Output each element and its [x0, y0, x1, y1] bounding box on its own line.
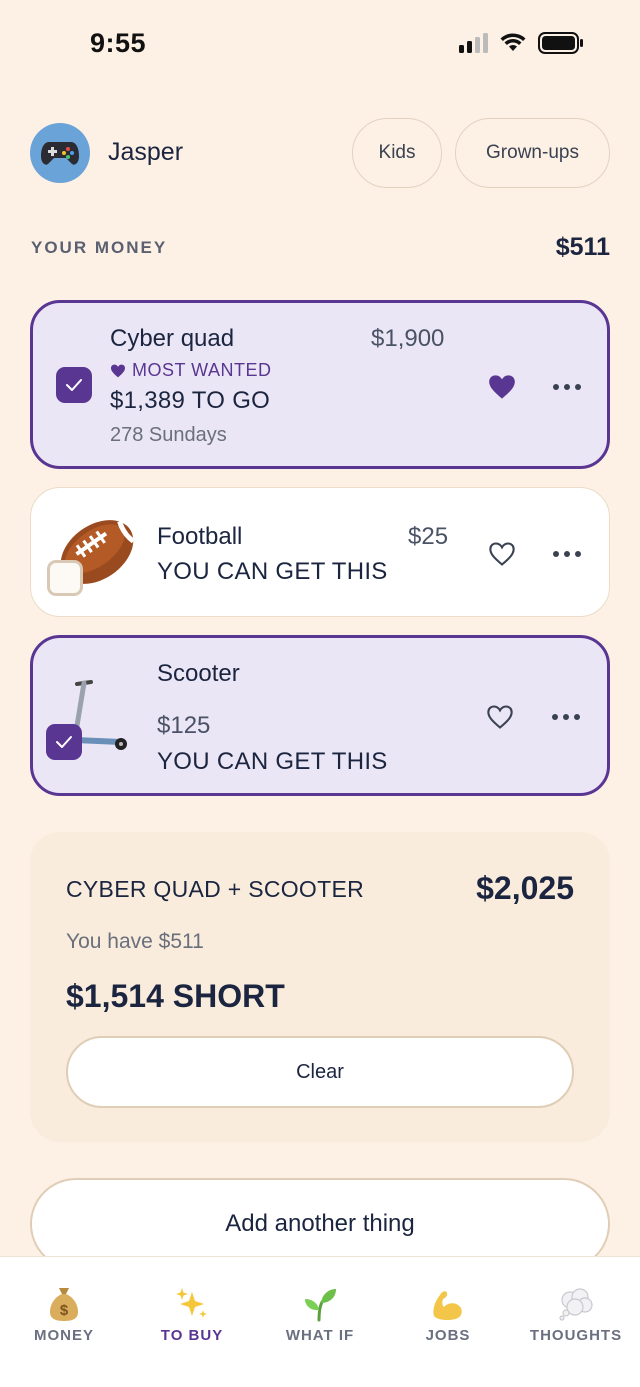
most-wanted-tag: MOST WANTED — [110, 360, 272, 381]
item-status: YOU CAN GET THIS — [157, 558, 388, 585]
battery-icon — [538, 32, 583, 54]
favorite-button[interactable] — [482, 534, 522, 574]
item-price: $125 — [157, 712, 211, 739]
item-checkbox[interactable] — [46, 724, 82, 760]
item-status: YOU CAN GET THIS — [157, 748, 388, 775]
status-time: 9:55 — [90, 28, 147, 58]
item-price: $25 — [408, 523, 449, 550]
tab-to-buy[interactable]: TO BUY — [128, 1257, 256, 1387]
wishlist-item-cyber-quad[interactable]: Cyber quad $1,900 MOST WANTED $1,389 TO … — [30, 300, 610, 469]
status-bar: 9:55 — [0, 0, 640, 90]
money-value: $511 — [555, 233, 610, 261]
tab-label: JOBS — [425, 1327, 471, 1344]
checkmark-icon — [66, 379, 82, 391]
item-name: Cyber quad — [110, 325, 235, 352]
sparkles-icon — [176, 1288, 207, 1318]
thought-bubble-icon — [559, 1288, 593, 1321]
grownups-mode-button[interactable]: Grown-ups — [455, 118, 610, 188]
tab-bar: $ MONEY TO BUY WHAT IF JOBS THOUGHTS — [0, 1256, 640, 1387]
more-options-button[interactable] — [547, 539, 587, 569]
heart-outline-icon — [489, 542, 515, 566]
summary-short: $1,514 SHORT — [66, 978, 285, 1014]
item-checkbox[interactable] — [56, 367, 92, 403]
summary-title: CYBER QUAD + SCOOTER — [66, 876, 365, 902]
wishlist-item-football[interactable]: Football $25 YOU CAN GET THIS — [30, 487, 610, 617]
tab-label: WHAT IF — [285, 1327, 355, 1344]
item-price: $1,900 — [371, 325, 445, 352]
avatar[interactable] — [30, 123, 90, 183]
tab-label: TO BUY — [160, 1327, 224, 1344]
profile-name: Jasper — [108, 138, 184, 166]
wifi-icon — [500, 33, 526, 51]
header: Jasper Kids Grown-ups — [30, 118, 610, 188]
seedling-icon — [305, 1289, 336, 1322]
money-label: YOUR MONEY — [31, 238, 168, 257]
tab-jobs[interactable]: JOBS — [384, 1257, 512, 1387]
item-status: $1,389 TO GO — [110, 387, 271, 414]
tab-label: MONEY — [33, 1327, 94, 1344]
item-name: Football — [157, 523, 243, 550]
selection-summary: CYBER QUAD + SCOOTER $2,025 You have $51… — [30, 832, 610, 1142]
heart-filled-icon — [489, 375, 515, 399]
wishlist-item-scooter[interactable]: Scooter $125 YOU CAN GET THIS — [30, 635, 610, 796]
flexed-arm-icon — [433, 1291, 462, 1321]
gamepad-icon — [41, 142, 79, 165]
kids-mode-button[interactable]: Kids — [352, 118, 442, 188]
item-name: Scooter — [157, 660, 240, 687]
more-options-button[interactable] — [547, 372, 587, 402]
summary-total: $2,025 — [476, 870, 574, 906]
heart-outline-icon — [487, 705, 513, 729]
favorite-button[interactable] — [482, 367, 522, 407]
tab-money[interactable]: $ MONEY — [0, 1257, 128, 1387]
more-options-button[interactable] — [546, 702, 586, 732]
tab-thoughts[interactable]: THOUGHTS — [512, 1257, 640, 1387]
status-icons — [459, 32, 584, 54]
item-sundays: 278 Sundays — [110, 424, 227, 446]
most-wanted-label: MOST WANTED — [132, 360, 272, 380]
item-checkbox[interactable] — [47, 560, 83, 596]
tab-label: THOUGHTS — [529, 1327, 623, 1344]
favorite-button[interactable] — [480, 697, 520, 737]
clear-button[interactable]: Clear — [66, 1036, 574, 1108]
svg-text:$: $ — [60, 1302, 69, 1319]
cellular-signal-icon — [459, 33, 488, 53]
money-bag-icon: $ — [50, 1288, 78, 1321]
tab-what-if[interactable]: WHAT IF — [256, 1257, 384, 1387]
summary-have: You have $511 — [66, 930, 204, 953]
heart-small-icon — [111, 364, 125, 377]
checkmark-icon — [56, 736, 72, 748]
